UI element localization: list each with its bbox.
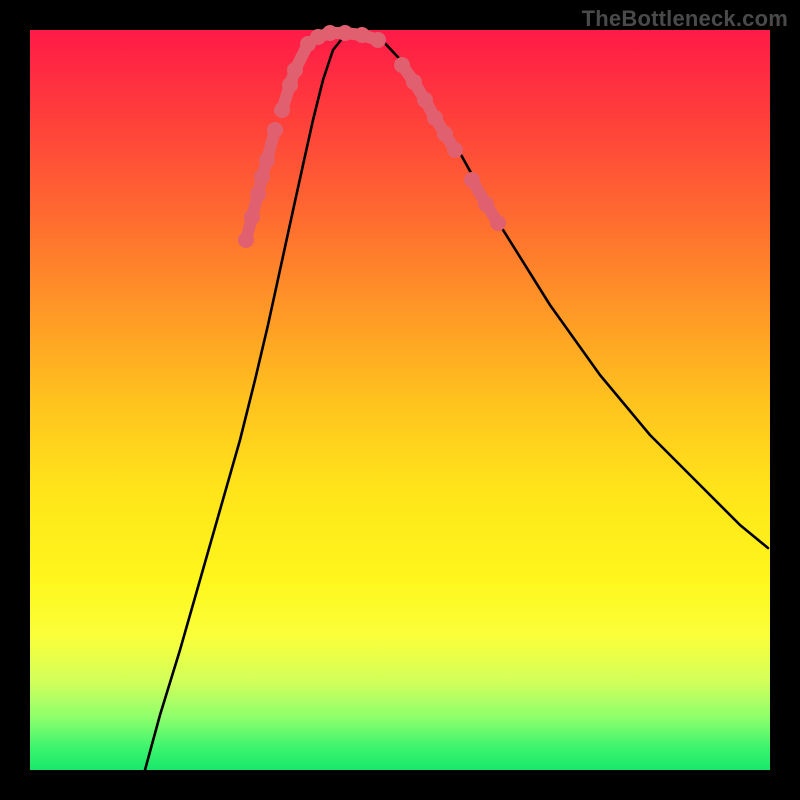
- highlight-dot: [370, 32, 386, 48]
- highlight-dot: [322, 25, 338, 41]
- highlight-dot: [267, 122, 283, 138]
- marker-group: [238, 25, 506, 248]
- highlight-dot: [282, 77, 298, 93]
- highlight-dot: [354, 27, 370, 43]
- highlight-dot: [287, 62, 303, 78]
- highlight-dot: [447, 142, 463, 158]
- highlight-dot: [238, 232, 254, 248]
- highlight-dot: [259, 152, 275, 168]
- highlight-dot: [464, 172, 480, 188]
- highlight-dot: [337, 25, 353, 41]
- highlight-dot: [244, 209, 260, 225]
- highlight-dot: [437, 126, 453, 142]
- highlight-dot: [417, 92, 433, 108]
- chart-svg: [30, 30, 770, 770]
- highlight-dot: [254, 169, 270, 185]
- highlight-dot: [274, 102, 290, 118]
- watermark-text: TheBottleneck.com: [582, 6, 788, 32]
- highlight-dot: [490, 215, 506, 231]
- plot-area: [30, 30, 770, 770]
- highlight-dot: [394, 57, 410, 73]
- chart-stage: TheBottleneck.com: [0, 0, 800, 800]
- highlight-dot: [427, 110, 443, 126]
- highlight-dot: [478, 196, 494, 212]
- highlight-dot: [406, 74, 422, 90]
- highlight-dot: [250, 186, 266, 202]
